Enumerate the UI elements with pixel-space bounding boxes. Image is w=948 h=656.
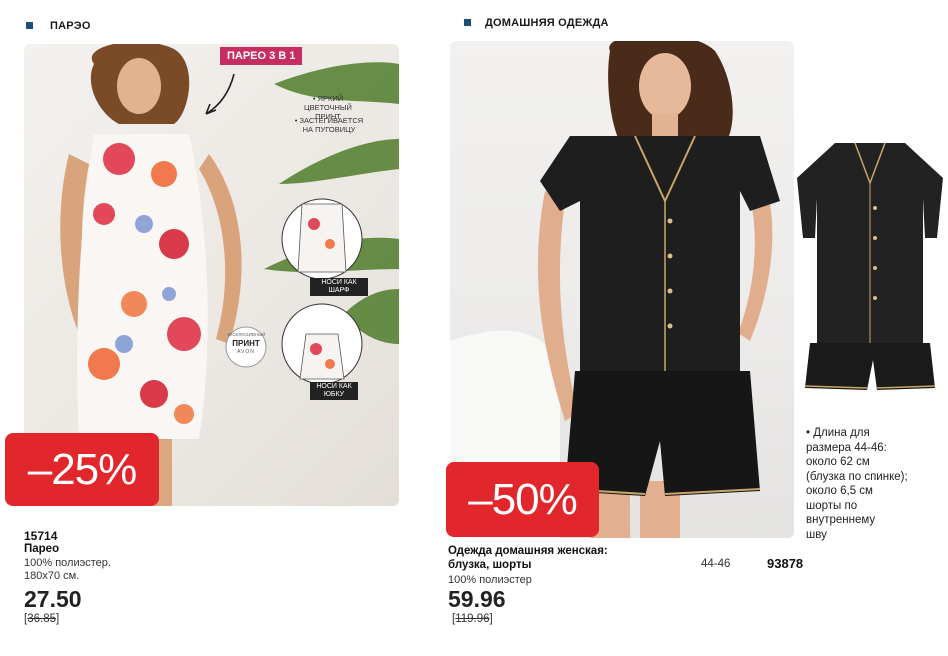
product-name: Одежда домашняя женская: <box>448 545 608 557</box>
note-line: шву <box>806 528 827 541</box>
old-price-value: 119.96 <box>455 613 490 625</box>
product-price: 59.96 <box>448 586 506 612</box>
note-line: (блузка по спинке); <box>806 470 908 483</box>
seal-main: ПРИНТ <box>232 339 260 348</box>
wear-scarf-label: НОСИ КАК ШАРФ <box>310 278 368 296</box>
old-price: [36.85] <box>24 613 60 625</box>
section-title: ПАРЭО <box>50 20 91 32</box>
note-line: около 6,5 см <box>806 485 873 497</box>
product-name-line2: блузка, шорты <box>448 559 532 571</box>
product-name: Парео <box>24 543 60 555</box>
discount-badge: –50% <box>446 462 599 537</box>
product-material: 100% полиэстер <box>448 574 532 586</box>
exclusive-print-seal: ЭКСКЛЮЗИВНЫЙ ПРИНТ AVON <box>226 330 266 357</box>
section-title: ДОМАШНЯЯ ОДЕЖДА <box>485 17 609 29</box>
pajama-set-cutout <box>797 142 943 390</box>
product-sku: 93878 <box>767 556 804 571</box>
pareo-badge: ПАРЕО 3 В 1 <box>220 47 303 65</box>
note-line: • Длина для <box>806 427 870 439</box>
size-note: • Длина для размера 44-46: около 62 см (… <box>806 426 908 542</box>
seal-brand: AVON <box>237 349 255 355</box>
old-price: [119.96] <box>452 613 493 625</box>
product-material: 100% полиэстер. <box>24 557 111 569</box>
note-line: внутреннему <box>806 514 876 526</box>
note-line: около 62 см <box>806 456 870 468</box>
seal-top: ЭКСКЛЮЗИВНЫЙ <box>226 332 266 337</box>
note-line: шорты по <box>806 499 858 512</box>
note-line: размера 44-46: <box>806 441 887 454</box>
section-marker <box>464 19 471 26</box>
product-price: 27.50 <box>24 586 82 612</box>
discount-badge: –25% <box>5 433 159 506</box>
product-sku: 15714 <box>24 529 58 543</box>
product-size: 44-46 <box>701 558 731 570</box>
product-size: 180х70 см. <box>24 570 80 582</box>
old-price-value: 36.85 <box>27 613 56 625</box>
section-marker <box>26 22 33 29</box>
callout-button: • ЗАСТЕГИВАЕТСЯ НА ПУГОВИЦУ <box>294 116 364 134</box>
wear-skirt-label: НОСИ КАК ЮБКУ <box>310 382 358 400</box>
